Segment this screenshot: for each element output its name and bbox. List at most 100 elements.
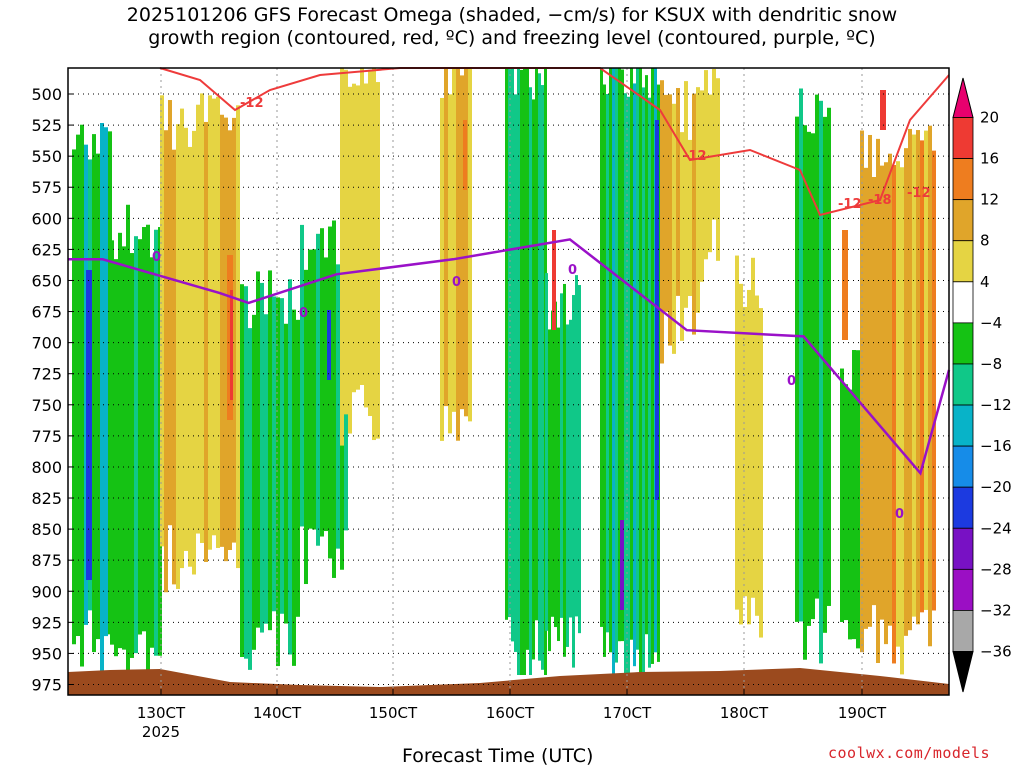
omega-cell: [844, 384, 848, 621]
dendritic-contour-label: -12: [838, 197, 862, 212]
omega-cell: [655, 120, 659, 500]
omega-cell: [535, 68, 538, 621]
omega-cell: [900, 167, 904, 675]
omega-cell: [134, 236, 138, 654]
omega-cell: [560, 293, 563, 618]
omega-cell: [364, 83, 368, 408]
omega-cell: [276, 297, 280, 667]
omega-cell: [146, 224, 150, 673]
omega-cell: [80, 124, 84, 667]
omega-cell: [292, 309, 296, 666]
omega-cell: [216, 96, 220, 548]
y-tick-label: 825: [31, 489, 62, 508]
omega-cell: [872, 176, 876, 606]
omega-cell: [280, 298, 284, 614]
y-tick-label: 600: [31, 209, 62, 228]
omega-cell: [96, 153, 100, 640]
omega-cell: [920, 140, 924, 613]
y-tick-label: 950: [31, 644, 62, 663]
omega-cell: [563, 283, 566, 657]
omega-cell: [324, 257, 328, 532]
omega-cell: [660, 80, 664, 364]
omega-cell: [118, 232, 122, 649]
omega-cell: [612, 68, 615, 675]
omega-cell: [126, 204, 130, 675]
omega-cell: [912, 134, 916, 617]
omega-cell: [840, 368, 844, 622]
colorbar-swatch: [952, 363, 974, 406]
omega-cell: [130, 253, 134, 658]
omega-cell: [606, 94, 609, 633]
omega-cell: [448, 94, 452, 434]
colorbar-swatch: [952, 322, 974, 365]
colorbar-top-arrow: [952, 77, 974, 118]
omega-cell: [320, 228, 324, 537]
omega-cell: [908, 128, 912, 631]
omega-cell: [505, 68, 508, 620]
omega-cell: [188, 146, 192, 567]
omega-cell: [260, 282, 264, 633]
omega-cell: [72, 149, 76, 645]
omega-cell: [172, 149, 176, 585]
colorbar-bottom-arrow: [952, 651, 974, 693]
omega-cell: [452, 68, 456, 412]
omega-cell: [888, 153, 892, 626]
colorbar-label: −8: [980, 355, 1002, 373]
omega-cell: [200, 93, 204, 543]
colorbar-swatch: [952, 527, 974, 570]
omega-cell: [368, 69, 372, 417]
omega-cell: [747, 289, 751, 625]
credit-text: coolwx.com/models: [828, 744, 991, 762]
omega-cell: [192, 130, 196, 575]
omega-cell: [548, 329, 551, 652]
omega-cell: [538, 73, 541, 661]
omega-cell: [551, 310, 554, 617]
colorbar-label: −28: [980, 560, 1012, 578]
x-tick-label: 130CT: [137, 704, 186, 722]
omega-cell: [86, 270, 92, 580]
omega-cell: [651, 68, 654, 664]
omega-cell: [164, 130, 168, 593]
omega-cell: [676, 88, 680, 296]
omega-cell: [904, 148, 908, 636]
omega-cell: [700, 90, 704, 282]
omega-cell: [795, 116, 799, 622]
chart-svg: -12 -12 -12 -18 -12 0 0 0 0 0 0 500 525 550 575 600 625…: [31, 67, 1012, 741]
omega-cell: [300, 224, 304, 527]
freezing-contour-label: 0: [787, 374, 796, 389]
omega-cell: [532, 99, 535, 660]
omega-cell: [514, 94, 517, 652]
omega-cell: [856, 350, 860, 649]
omega-cell: [444, 68, 448, 407]
omega-cell: [208, 95, 212, 550]
omega-cell: [184, 127, 188, 551]
omega-cell: [751, 257, 755, 598]
y-tick-label: 775: [31, 427, 62, 446]
terrain-ground: [68, 668, 949, 695]
omega-cell: [344, 69, 348, 415]
omega-cell: [639, 68, 642, 675]
omega-cell: [566, 324, 569, 647]
omega-cell: [176, 124, 180, 589]
omega-cell: [511, 68, 514, 642]
omega-cell: [868, 134, 872, 627]
omega-cell: [799, 88, 803, 622]
colorbar-swatch: [952, 117, 974, 159]
omega-cell: [376, 82, 380, 439]
omega-cell: [807, 131, 811, 626]
omega-cell: [212, 98, 216, 536]
omega-cell: [615, 68, 618, 663]
omega-cell: [924, 130, 928, 610]
omega-cell: [716, 78, 720, 261]
omega-cell: [648, 97, 651, 668]
colorbar-swatch: [952, 610, 974, 652]
omega-cell: [142, 227, 146, 632]
x-tick-label: 150CT: [369, 704, 418, 722]
dendritic-contour-label: -12: [683, 149, 707, 164]
omega-cell: [196, 104, 200, 534]
freezing-contour-label: 0: [568, 263, 577, 278]
omega-cell: [296, 319, 300, 617]
omega-cell: [327, 310, 331, 380]
omega-cell: [220, 114, 224, 547]
omega-cell: [884, 162, 888, 645]
